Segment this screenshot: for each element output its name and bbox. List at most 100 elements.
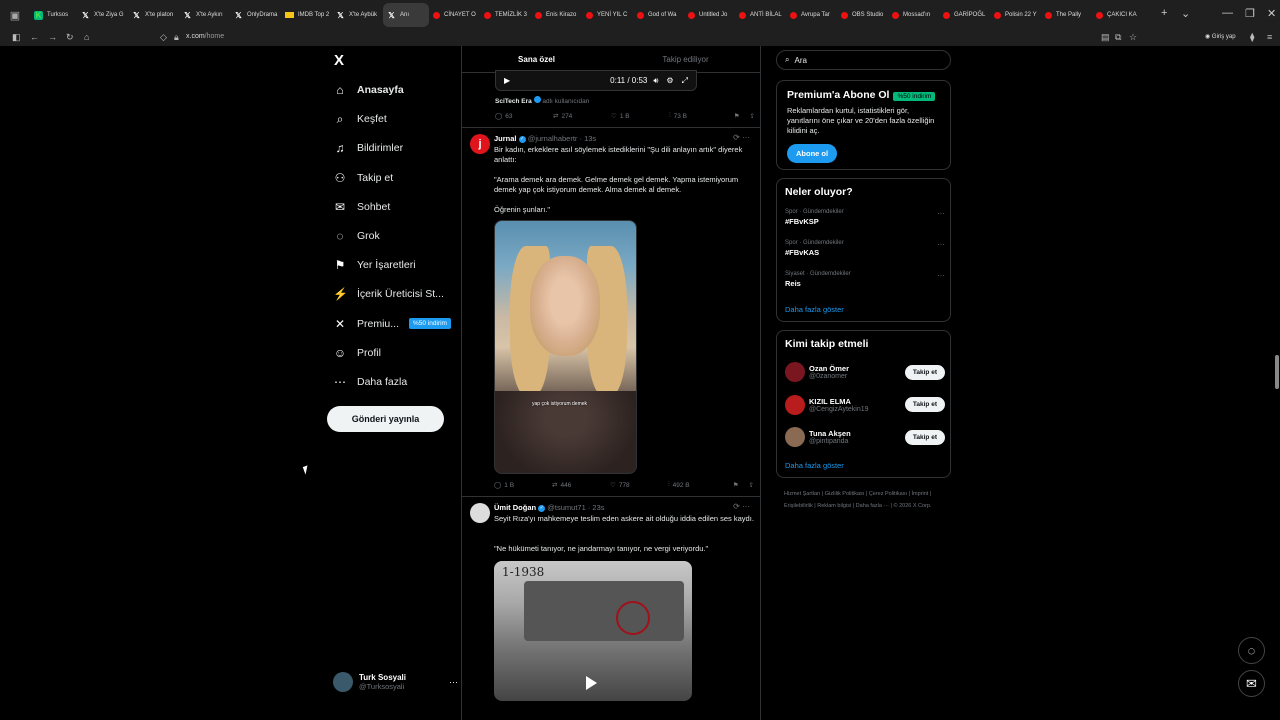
post-button[interactable]: Gönderi yayınla bbox=[327, 406, 444, 432]
play-icon[interactable]: ▶ bbox=[504, 76, 510, 85]
new-tab-icon[interactable]: + bbox=[1161, 7, 1167, 19]
restore-icon[interactable]: ❐ bbox=[1245, 7, 1255, 20]
author-name[interactable]: Ümit Doğan bbox=[494, 503, 536, 512]
browser-tab[interactable]: 𝕏 OnlyDrama bbox=[230, 3, 281, 27]
browser-tab[interactable]: TEMİZLİK 3 bbox=[480, 3, 531, 27]
avatar[interactable] bbox=[470, 503, 490, 523]
bookmark-icon[interactable]: ⚑ bbox=[734, 112, 740, 120]
follow-suggestion[interactable]: Tuna Akşen @pintipanda Takip et bbox=[785, 425, 945, 449]
trend-item[interactable]: Spor · Gündemdekiler #FBvKSP ··· bbox=[785, 209, 945, 226]
bookmark-icon[interactable]: ⚑ bbox=[733, 481, 739, 489]
browser-tab[interactable]: GARİPOĞL bbox=[939, 3, 990, 27]
like-button[interactable]: ♡ 778 bbox=[610, 481, 668, 490]
browser-tab[interactable]: Enis Kirazo bbox=[531, 3, 582, 27]
sidebar-item-1[interactable]: ⌕ Keşfet bbox=[333, 108, 458, 130]
sidebar-item-4[interactable]: ✉ Sohbet bbox=[333, 196, 458, 218]
fullscreen-icon[interactable]: ⤢ bbox=[682, 76, 688, 86]
forward-icon[interactable]: → bbox=[48, 32, 57, 42]
video-source[interactable]: SciTech Era adlı kullanıcıdan bbox=[495, 96, 589, 105]
scrollbar-thumb[interactable] bbox=[1275, 355, 1279, 389]
sidebar-item-2[interactable]: ♫ Bildirimler bbox=[333, 137, 458, 159]
tab-following[interactable]: Takip ediliyor bbox=[611, 46, 760, 72]
volume-icon[interactable]: 🔊︎ bbox=[653, 76, 658, 86]
browser-tab[interactable]: K Turksos bbox=[26, 3, 77, 27]
browser-tab[interactable]: 𝕏 X'te platon bbox=[128, 3, 179, 27]
more-dots-icon[interactable]: ⟳ ··· bbox=[733, 133, 750, 142]
browser-tab[interactable]: The Pally bbox=[1041, 3, 1092, 27]
author-handle[interactable]: @jurnalhabertr · 13s bbox=[528, 134, 596, 143]
menu-icon[interactable]: ≡ bbox=[1267, 32, 1272, 42]
follow-suggestion[interactable]: KIZIL ELMA @CengizAytekin19 Takip et bbox=[785, 393, 945, 417]
search-input[interactable]: ⌕ Ara bbox=[776, 50, 951, 70]
url-field[interactable]: x.com/home bbox=[186, 33, 224, 40]
author-name[interactable]: Jurnal bbox=[494, 134, 517, 143]
more-dots-icon[interactable]: ··· bbox=[937, 240, 945, 249]
login-button[interactable]: ◉ Giriş yap bbox=[1205, 33, 1236, 40]
more-dots-icon[interactable]: ··· bbox=[449, 677, 458, 687]
reply-button[interactable]: ◯ 63 bbox=[495, 112, 553, 121]
views-button[interactable]: ⫶ 492 B bbox=[668, 481, 726, 489]
more-dots-icon[interactable]: ··· bbox=[937, 271, 945, 280]
play-icon[interactable] bbox=[586, 676, 597, 690]
browser-tab[interactable]: YENİ YIL C bbox=[582, 3, 633, 27]
author-handle[interactable]: @tsumut71 · 23s bbox=[547, 503, 604, 512]
sidebar-item-10[interactable]: ⋯ Daha fazla bbox=[333, 371, 458, 393]
browser-tab[interactable]: God of Wa bbox=[633, 3, 684, 27]
extensions-icon[interactable]: ⧫ bbox=[1250, 32, 1254, 43]
browser-tab[interactable]: Untitled Jo bbox=[684, 3, 735, 27]
footer-link[interactable]: Hizmet Şartları bbox=[784, 491, 820, 497]
browser-tab[interactable]: Avrupa Tar bbox=[786, 3, 837, 27]
sidebar-item-0[interactable]: ⌂ Anasayfa bbox=[333, 79, 458, 101]
more-dots-icon[interactable]: ⟳ ··· bbox=[733, 502, 750, 511]
shield-icon[interactable]: ◇ bbox=[160, 32, 167, 43]
trend-item[interactable]: Spor · Gündemdekiler #FBvKAS ··· bbox=[785, 240, 945, 257]
avatar[interactable]: j bbox=[470, 134, 490, 154]
footer-link[interactable]: Çerez Politikası bbox=[869, 491, 907, 497]
browser-tab[interactable]: CİNAYET O bbox=[429, 3, 480, 27]
share-icon[interactable]: ⇪ bbox=[749, 481, 754, 489]
sidebar-item-7[interactable]: ⚡ İçerik Üreticisi St... bbox=[333, 283, 458, 305]
sidebar-item-9[interactable]: ☺ Profil bbox=[333, 342, 458, 364]
tab-list-chevron-icon[interactable]: ⌄ bbox=[1181, 7, 1190, 20]
browser-tab[interactable]: 𝕏 X'te Aykırı bbox=[179, 3, 230, 27]
tab-actions-icon[interactable]: ▣ bbox=[4, 4, 26, 26]
browser-tab[interactable]: 𝕏 X'te Aybük bbox=[332, 3, 383, 27]
picture-in-picture-icon[interactable]: ⧉ bbox=[1115, 32, 1121, 43]
browser-tab[interactable]: IMDB Top 2 bbox=[281, 3, 332, 27]
footer-link[interactable]: Daha fazla ··· bbox=[856, 503, 889, 509]
browser-tab[interactable]: 𝕏 X'te Ziya G bbox=[77, 3, 128, 27]
follow-suggestion[interactable]: Ozan Ömer @0zanomer Takip et bbox=[785, 360, 945, 384]
follow-button[interactable]: Takip et bbox=[904, 364, 945, 380]
bookmark-star-icon[interactable]: ☆ bbox=[1129, 32, 1137, 43]
repost-button[interactable]: ⇄ 446 bbox=[552, 481, 610, 490]
reply-button[interactable]: ◯ 1 B bbox=[494, 481, 552, 490]
home-browser-icon[interactable]: ⌂ bbox=[84, 32, 89, 42]
mail-icon[interactable]: ✉ bbox=[1238, 670, 1265, 697]
settings-icon[interactable]: ⚙ bbox=[666, 76, 673, 85]
sidebar-item-8[interactable]: ✕ Premiu... %50 indirim bbox=[333, 313, 458, 335]
footer-link[interactable]: İmprint bbox=[912, 491, 929, 497]
follow-button[interactable]: Takip et bbox=[904, 429, 945, 445]
avatar[interactable] bbox=[785, 394, 805, 415]
grok-icon[interactable]: ◌ bbox=[1238, 637, 1265, 664]
tab-for-you[interactable]: Sana özel bbox=[462, 46, 611, 72]
like-button[interactable]: ♡ 1 B bbox=[611, 112, 669, 121]
back-icon[interactable]: ← bbox=[30, 32, 39, 42]
subscribe-button[interactable]: Abone ol bbox=[787, 144, 838, 163]
account-switcher[interactable]: Turk Sosyali @Turksosyali ··· bbox=[333, 670, 458, 694]
share-icon[interactable]: ⇪ bbox=[750, 112, 755, 120]
sidebar-item-3[interactable]: ⚇ Takip et bbox=[333, 167, 458, 189]
browser-tab[interactable]: 𝕏 Anı bbox=[383, 3, 429, 27]
post-video[interactable]: yap çok istiyorum demek bbox=[494, 220, 637, 474]
browser-tab[interactable]: OBS Studio bbox=[837, 3, 888, 27]
close-window-icon[interactable]: ✕ bbox=[1267, 7, 1276, 20]
browser-tab[interactable]: Mossad'ın bbox=[888, 3, 939, 27]
browser-tab[interactable]: ÇAKICI KA bbox=[1092, 3, 1143, 27]
more-dots-icon[interactable]: ··· bbox=[937, 209, 945, 218]
lock-icon[interactable]: 🔒︎ bbox=[174, 32, 179, 43]
minimize-icon[interactable]: — bbox=[1222, 7, 1233, 19]
sidebar-item-5[interactable]: ◌ Grok bbox=[333, 225, 458, 247]
browser-tab[interactable]: Polisin 22 Y bbox=[990, 3, 1041, 27]
follow-button[interactable]: Takip et bbox=[904, 397, 945, 412]
sidebar-toggle-icon[interactable]: ◧ bbox=[12, 32, 21, 43]
